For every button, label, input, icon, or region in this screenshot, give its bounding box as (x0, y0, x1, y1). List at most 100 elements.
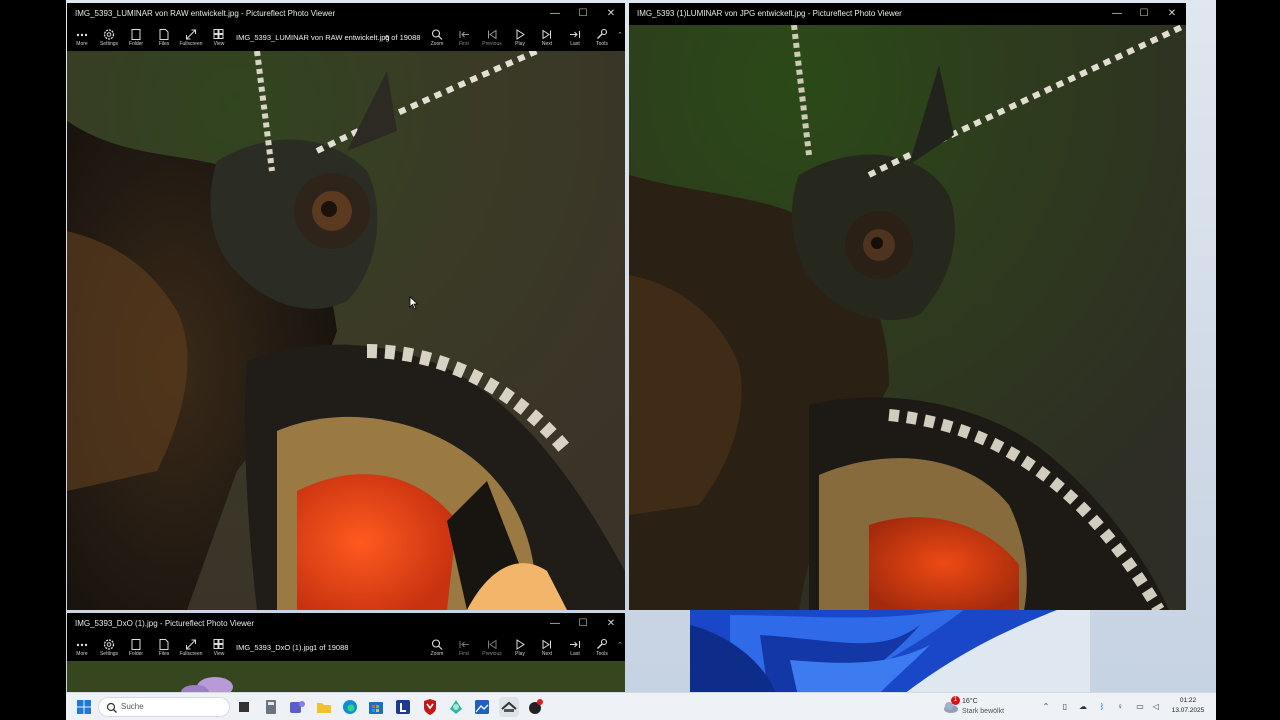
next-button[interactable]: Next (533, 26, 561, 50)
mouse-pointer-icon (409, 296, 419, 310)
store-icon[interactable] (366, 697, 386, 717)
bluetooth-icon[interactable]: ᛒ (1096, 701, 1108, 713)
maximize-button[interactable]: ☐ (569, 613, 597, 635)
mcafee-icon[interactable] (420, 697, 440, 717)
chevron-up-icon[interactable]: ⌃ (1040, 701, 1052, 713)
photo-canvas[interactable] (67, 51, 625, 610)
more-icon (68, 638, 96, 651)
network-icon[interactable]: ▭ (1134, 701, 1146, 713)
photo-viewer-window-luminar-jpg: IMG_5393 (1)LUMINAR von JPG entwickelt.j… (629, 3, 1186, 610)
search-box[interactable]: Suche (98, 697, 230, 717)
photo-viewer-window-dxo: IMG_5393_DxO (1).jpg - Pictureflect Phot… (67, 613, 625, 692)
zoom-button[interactable]: Zoom (423, 636, 451, 660)
windows-logo-icon (77, 700, 91, 714)
maximize-button[interactable]: ☐ (569, 3, 597, 25)
tools-button[interactable]: Tools (588, 636, 616, 660)
clock[interactable]: 01:22 13.07.2025 (1164, 696, 1212, 716)
previous-button[interactable]: Previous (478, 636, 506, 660)
tools-button[interactable]: Tools (588, 26, 616, 50)
files-button[interactable]: Files (150, 636, 178, 660)
last-button[interactable]: Last (561, 26, 589, 50)
play-button[interactable]: Play (506, 636, 534, 660)
view-button[interactable]: View (205, 26, 233, 50)
last-button[interactable]: Last (561, 636, 589, 660)
usb-icon[interactable]: ▯ (1059, 701, 1071, 713)
first-button[interactable]: First (450, 26, 478, 50)
close-button[interactable]: ✕ (1158, 3, 1186, 25)
viewer-toolbar: More Settings Folder Files Fullscreen Vi… (67, 635, 625, 661)
minimize-button[interactable]: — (1103, 3, 1131, 25)
folder-icon (122, 638, 150, 651)
edge-icon[interactable] (340, 697, 360, 717)
fullscreen-button[interactable]: Fullscreen (177, 26, 205, 50)
previous-icon (478, 28, 506, 41)
onedrive-icon[interactable]: ☁ (1077, 701, 1089, 713)
active-app-icon[interactable] (499, 697, 519, 717)
settings-button[interactable]: Settings (95, 636, 123, 660)
weather-widget[interactable]: 1 16°C Stark bewölkt (942, 696, 1022, 718)
photo-app-icon[interactable] (446, 697, 466, 717)
files-button[interactable]: Files (150, 26, 178, 50)
pictureflect-icon[interactable] (472, 697, 492, 717)
image-counter: 1 of 19088 (313, 643, 349, 652)
microphone-icon[interactable]: ♀ (1114, 701, 1126, 713)
last-icon (561, 28, 589, 41)
first-icon (450, 28, 478, 41)
teams-icon[interactable] (287, 697, 307, 717)
minimize-button[interactable]: — (541, 3, 569, 25)
settings-button[interactable]: Settings (95, 26, 123, 50)
calculator-icon[interactable] (261, 697, 281, 717)
image-counter: 6 of 19088 (385, 33, 421, 42)
volume-icon[interactable]: ◁ (1150, 701, 1162, 713)
folder-button[interactable]: Folder (122, 26, 150, 50)
wrench-icon (588, 28, 616, 41)
photo-viewer-window-luminar-raw: IMG_5393_LUMINAR von RAW entwickelt.jpg … (67, 3, 625, 610)
taskbar: Suche 1 16°C Stark bewölkt ⌃ ▯ ☁ ᛒ ♀ ▭ ◁… (66, 692, 1216, 720)
minimize-button[interactable]: — (541, 613, 569, 635)
folder-icon (122, 28, 150, 41)
first-icon (450, 638, 478, 651)
first-button[interactable]: First (450, 636, 478, 660)
file-name: IMG_5393_LUMINAR von RAW entwickelt.jpg (236, 33, 390, 42)
search-icon (106, 702, 117, 713)
clock-time: 01:22 (1179, 697, 1197, 704)
folder-button[interactable]: Folder (122, 636, 150, 660)
maximize-button[interactable]: ☐ (1130, 3, 1158, 25)
luminar-icon[interactable] (393, 697, 413, 717)
files-icon (150, 28, 178, 41)
collapse-chevron-icon[interactable]: ⌃ (617, 641, 623, 649)
clock-date: 13.07.2025 (1171, 707, 1205, 714)
play-button[interactable]: Play (506, 26, 534, 50)
windows-start-button[interactable] (74, 697, 94, 717)
window-title: IMG_5393_DxO (1).jpg - Pictureflect Phot… (75, 619, 255, 628)
search-icon (423, 28, 451, 41)
window-title: IMG_5393_LUMINAR von RAW entwickelt.jpg … (75, 9, 336, 18)
fullscreen-button[interactable]: Fullscreen (177, 636, 205, 660)
screen: IMG_5393_LUMINAR von RAW entwickelt.jpg … (0, 0, 1280, 720)
window-title: IMG_5393 (1)LUMINAR von JPG entwickelt.j… (637, 9, 902, 18)
file-name: IMG_5393_DxO (1).jpg (236, 643, 314, 652)
weather-temp: 16°C (962, 698, 978, 705)
wrench-icon (588, 638, 616, 651)
task-view-icon[interactable] (234, 697, 254, 717)
more-button[interactable]: More (68, 636, 96, 660)
close-button[interactable]: ✕ (597, 613, 625, 635)
photo-canvas[interactable] (67, 661, 625, 692)
play-icon (506, 28, 534, 41)
collapse-chevron-icon[interactable]: ⌃ (617, 31, 623, 39)
title-bar: IMG_5393_LUMINAR von RAW entwickelt.jpg … (67, 3, 625, 25)
close-button[interactable]: ✕ (597, 3, 625, 25)
wallpaper-bloom (690, 605, 1090, 705)
weather-badge: 1 (951, 696, 960, 705)
weather-condition: Stark bewölkt (962, 708, 1005, 715)
files-icon (150, 638, 178, 651)
view-button[interactable]: View (205, 636, 233, 660)
next-button[interactable]: Next (533, 636, 561, 660)
last-icon (561, 638, 589, 651)
photo-canvas[interactable] (629, 25, 1186, 610)
zoom-button[interactable]: Zoom (423, 26, 451, 50)
file-explorer-icon[interactable] (314, 697, 334, 717)
previous-button[interactable]: Previous (478, 26, 506, 50)
app-with-badge-icon[interactable] (525, 697, 545, 717)
more-button[interactable]: More (68, 26, 96, 50)
